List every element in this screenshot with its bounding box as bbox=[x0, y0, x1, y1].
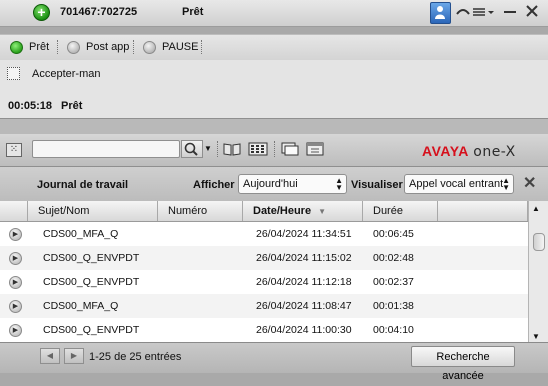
column-header-date[interactable]: Date/Heure ▼ bbox=[243, 201, 363, 221]
cell-date: 26/04/2024 11:00:30 bbox=[256, 324, 352, 336]
table-row[interactable]: ▶ CDS00_Q_ENVPDT 26/04/2024 11:15:02 00:… bbox=[0, 246, 528, 270]
post-call-status-icon bbox=[67, 40, 80, 54]
pause-state-label: PAUSE bbox=[162, 41, 199, 53]
cell-duration: 00:06:45 bbox=[373, 228, 414, 240]
agent-status-icon[interactable] bbox=[430, 2, 451, 24]
call-number: 701467:702725 bbox=[60, 6, 138, 18]
advanced-search-button[interactable]: Recherche avancée bbox=[411, 346, 515, 382]
table-scrollbar[interactable] bbox=[528, 201, 548, 342]
cell-subject: CDS00_Q_ENVPDT bbox=[43, 252, 140, 264]
scroll-thumb[interactable] bbox=[533, 233, 545, 251]
expand-row-icon[interactable]: ▶ bbox=[9, 252, 22, 265]
timer-state-label: Prêt bbox=[61, 100, 83, 112]
cell-duration: 00:04:10 bbox=[373, 324, 414, 336]
separator bbox=[201, 40, 202, 54]
search-input[interactable] bbox=[32, 140, 180, 158]
column-header-duration[interactable]: Durée bbox=[363, 201, 438, 221]
call-state: Prêt bbox=[182, 6, 204, 18]
expand-row-icon[interactable]: ▶ bbox=[9, 276, 22, 289]
cell-date: 26/04/2024 11:12:18 bbox=[256, 276, 352, 288]
calendar-icon[interactable] bbox=[306, 142, 324, 156]
cell-date: 26/04/2024 11:34:51 bbox=[256, 228, 352, 240]
pause-state-button[interactable]: PAUSE bbox=[143, 40, 198, 54]
ready-state-label: Prêt bbox=[29, 41, 50, 53]
table-row[interactable]: ▶ CDS00_Q_ENVPDT 26/04/2024 11:12:18 00:… bbox=[0, 270, 528, 294]
work-log-title: Journal de travail bbox=[37, 179, 129, 191]
dialpad-grid-icon[interactable] bbox=[248, 142, 268, 156]
column-header-empty bbox=[438, 201, 528, 221]
panel-divider[interactable] bbox=[0, 118, 548, 134]
cell-subject: CDS00_Q_ENVPDT bbox=[43, 324, 140, 336]
avaya-onex-logo: AVAYA one-X bbox=[422, 143, 516, 160]
show-filter-value: Aujourd'hui bbox=[243, 178, 298, 190]
updown-chevron-icon: ▲ ▼ bbox=[335, 176, 343, 192]
view-filter-label: Visualiser : bbox=[351, 179, 410, 191]
previous-page-button[interactable]: ◀ bbox=[40, 348, 60, 364]
scroll-up-arrow-icon[interactable]: ▲ bbox=[532, 204, 540, 213]
expand-column-header bbox=[0, 201, 28, 221]
cell-duration: 00:02:48 bbox=[373, 252, 414, 264]
ready-status-icon bbox=[10, 40, 23, 54]
post-call-state-label: Post app bbox=[86, 41, 130, 53]
table-row[interactable]: ▶ CDS00_MFA_Q 26/04/2024 11:08:47 00:01:… bbox=[0, 294, 528, 318]
expand-row-icon[interactable]: ▶ bbox=[9, 228, 22, 241]
view-filter-value: Appel vocal entrant bbox=[409, 178, 504, 190]
column-header-number[interactable]: Numéro bbox=[158, 201, 243, 221]
separator bbox=[217, 141, 218, 157]
pause-status-icon bbox=[143, 40, 156, 54]
sort-descending-icon: ▼ bbox=[318, 207, 327, 216]
new-call-plus-icon[interactable]: + bbox=[33, 4, 50, 21]
cell-duration: 00:01:38 bbox=[373, 300, 414, 312]
view-filter-select[interactable]: Appel vocal entrant ▲ ▼ bbox=[404, 174, 514, 194]
cell-date: 26/04/2024 11:08:47 bbox=[256, 300, 352, 312]
expand-row-icon[interactable]: ▶ bbox=[9, 300, 22, 313]
scroll-down-arrow-icon[interactable]: ▼ bbox=[532, 332, 540, 341]
auto-accept-label: Accepter-man bbox=[32, 68, 101, 80]
page-info: 1-25 de 25 entrées bbox=[89, 351, 182, 363]
close-icon[interactable] bbox=[525, 4, 539, 18]
auto-accept-checkbox[interactable] bbox=[7, 67, 20, 80]
post-call-state-button[interactable]: Post app bbox=[67, 40, 129, 54]
expand-row-icon[interactable]: ▶ bbox=[9, 324, 22, 337]
table-row[interactable]: ▶ CDS00_Q_ENVPDT 26/04/2024 11:00:30 00:… bbox=[0, 318, 528, 342]
minimize-icon[interactable] bbox=[504, 11, 516, 13]
work-log-table: ▶ CDS00_MFA_Q 26/04/2024 11:34:51 00:06:… bbox=[0, 222, 528, 342]
search-options-chevron-icon[interactable]: ▼ bbox=[203, 140, 213, 158]
ready-state-button[interactable]: Prêt bbox=[10, 40, 49, 54]
next-page-button[interactable]: ▶ bbox=[64, 348, 84, 364]
updown-chevron-icon: ▲ ▼ bbox=[502, 176, 510, 192]
separator bbox=[133, 40, 134, 54]
show-filter-label: Afficher : bbox=[193, 179, 242, 191]
cell-subject: CDS00_Q_ENVPDT bbox=[43, 276, 140, 288]
column-header-date-label: Date/Heure bbox=[253, 205, 312, 217]
separator bbox=[57, 40, 58, 54]
column-header-subject[interactable]: Sujet/Nom bbox=[28, 201, 158, 221]
phone-menu-icon[interactable] bbox=[455, 5, 497, 19]
cell-date: 26/04/2024 11:15:02 bbox=[256, 252, 352, 264]
brand-avaya: AVAYA bbox=[422, 143, 469, 159]
contacts-book-icon[interactable] bbox=[223, 142, 241, 156]
brand-onex: one-X bbox=[473, 144, 516, 160]
cell-duration: 00:02:37 bbox=[373, 276, 414, 288]
separator bbox=[274, 141, 275, 157]
window-icon[interactable] bbox=[281, 142, 299, 156]
search-icon bbox=[184, 142, 198, 156]
table-row[interactable]: ▶ CDS00_MFA_Q 26/04/2024 11:34:51 00:06:… bbox=[0, 222, 528, 246]
dial-pad-icon[interactable]: ⁙ bbox=[6, 143, 22, 157]
state-timer: 00:05:18 bbox=[8, 100, 53, 112]
search-button[interactable] bbox=[181, 140, 203, 158]
show-filter-select[interactable]: Aujourd'hui ▲ ▼ bbox=[238, 174, 347, 194]
close-work-log-icon[interactable]: ✕ bbox=[523, 176, 536, 192]
cell-subject: CDS00_MFA_Q bbox=[43, 228, 119, 240]
cell-subject: CDS00_MFA_Q bbox=[43, 300, 119, 312]
